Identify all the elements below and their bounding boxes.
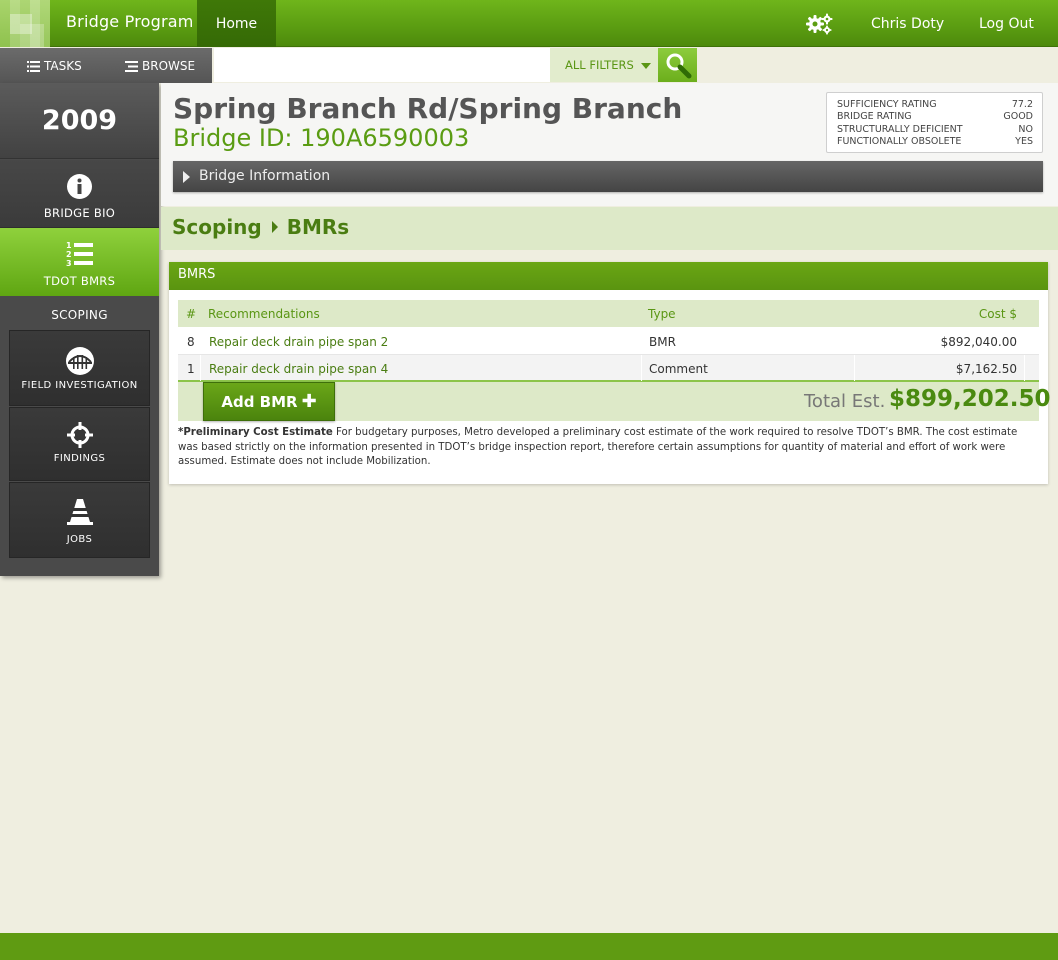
row-type: BMR (649, 335, 676, 349)
search-input[interactable] (214, 48, 550, 82)
sidebar-item-label: BRIDGE BIO (43, 206, 116, 220)
rating-value: NO (1018, 123, 1033, 135)
table-row[interactable]: 8 Repair deck drain pipe span 2 BMR $892… (178, 328, 1039, 355)
top-bar: Bridge Program Home Chris Doty Log Out (0, 0, 1058, 47)
numbered-list-icon: 123 (66, 241, 93, 267)
tasks-label: TASKS (44, 59, 82, 73)
svg-text:1: 1 (66, 241, 72, 250)
column-divider (641, 355, 642, 381)
bridge-information-toggle[interactable]: Bridge Information (173, 161, 1043, 192)
rating-label: FUNCTIONALLY OBSOLETE (837, 135, 962, 147)
col-cost: Cost $ (978, 307, 1017, 321)
row-num: 8 (187, 335, 195, 349)
rating-value: GOOD (1003, 111, 1033, 123)
ratings-card: SUFFICIENCY RATING 77.2 BRIDGE RATING GOOD… (826, 92, 1043, 153)
column-divider (200, 355, 201, 381)
info-icon (67, 174, 92, 199)
chevron-right-icon (271, 221, 278, 233)
row-cost: $892,040.00 (940, 335, 1017, 349)
page-title: Spring Branch Rd/Spring Branch (173, 92, 683, 125)
search-icon (666, 53, 692, 79)
logout-link[interactable]: Log Out (979, 16, 1034, 32)
view-toggle-bar: TASKS BROWSE (0, 48, 212, 83)
chevron-right-icon (183, 171, 190, 183)
table-row[interactable]: 1 Repair deck drain pipe span 4 Comment … (178, 355, 1039, 382)
crosshair-icon (67, 422, 93, 448)
sidebar-item-bridge-bio[interactable]: BRIDGE BIO (0, 160, 159, 228)
bmr-panel-title: BMRS (169, 262, 1048, 290)
gear-icon[interactable] (805, 12, 833, 36)
tile-label: FINDINGS (53, 453, 106, 464)
tile-label: FIELD INVESTIGATION (21, 380, 138, 391)
app-logo[interactable] (0, 0, 50, 47)
bridge-information-label: Bridge Information (199, 168, 331, 184)
sidebar-item-label: TDOT BMRS (43, 274, 116, 288)
scoping-section-header: SCOPING (51, 308, 108, 322)
sidebar: 2009 BRIDGE BIO 123 TDOT BMRS SCOPING FI… (0, 83, 159, 576)
sidebar-tile-field-investigation[interactable]: FIELD INVESTIGATION (9, 330, 150, 406)
svg-text:2: 2 (66, 250, 72, 259)
breadcrumb: Scoping BMRs (172, 215, 349, 239)
rating-value: 77.2 (1011, 99, 1033, 110)
footer-bar (0, 933, 1058, 960)
browse-icon (125, 61, 138, 72)
bridge-id: Bridge ID: 190A6590003 (173, 124, 470, 152)
total-estimate-label: Total Est. (804, 391, 886, 412)
rating-row: FUNCTIONALLY OBSOLETE YES (837, 136, 1033, 148)
app-title: Bridge Program (66, 12, 194, 31)
col-type: Type (648, 307, 676, 321)
all-filters-dropdown[interactable]: ALL FILTERS (550, 48, 658, 82)
svg-text:3: 3 (66, 259, 72, 267)
table-header: # Recommendations Type Cost $ (178, 300, 1039, 327)
rating-row: STRUCTURALLY DEFICIENT NO (837, 124, 1033, 136)
add-bmr-button[interactable]: Add BMR ✚ (203, 382, 335, 421)
plus-icon: ✚ (301, 391, 317, 412)
row-cost: $7,162.50 (955, 362, 1017, 376)
rating-row: BRIDGE RATING GOOD (837, 111, 1033, 123)
breadcrumb-scoping[interactable]: Scoping (172, 215, 262, 239)
row-recommendation-link[interactable]: Repair deck drain pipe span 2 (209, 328, 388, 356)
nav-home[interactable]: Home (197, 0, 276, 47)
sidebar-tile-findings[interactable]: FINDINGS (9, 407, 150, 481)
rating-label: BRIDGE RATING (837, 111, 912, 123)
column-divider (1024, 355, 1025, 381)
year-selector[interactable]: 2009 (0, 83, 159, 159)
search-button[interactable] (658, 48, 697, 82)
add-bmr-label: Add BMR (221, 393, 298, 411)
rating-label: STRUCTURALLY DEFICIENT (837, 123, 963, 135)
rating-row: SUFFICIENCY RATING 77.2 (837, 99, 1033, 111)
cone-icon (67, 499, 93, 525)
list-icon (27, 61, 40, 72)
row-type: Comment (649, 362, 708, 376)
column-divider (854, 355, 855, 381)
sidebar-item-tdot-bmrs[interactable]: 123 TDOT BMRS (0, 228, 159, 296)
breadcrumb-bmrs: BMRs (286, 215, 350, 239)
tasks-button[interactable]: TASKS (27, 48, 82, 83)
filters-label: ALL FILTERS (565, 58, 634, 72)
col-num: # (186, 307, 197, 321)
rating-value: YES (1015, 135, 1033, 147)
browse-button[interactable]: BROWSE (125, 48, 195, 83)
user-name-link[interactable]: Chris Doty (871, 16, 944, 32)
row-recommendation-link[interactable]: Repair deck drain pipe span 4 (209, 355, 388, 383)
cost-estimate-note: *Preliminary Cost Estimate For budgetary… (178, 426, 1040, 470)
chevron-down-icon (640, 62, 651, 69)
col-recommendations: Recommendations (208, 307, 320, 321)
sidebar-tile-jobs[interactable]: JOBS (9, 482, 150, 558)
note-title: *Preliminary Cost Estimate (178, 427, 333, 438)
tile-label: JOBS (66, 534, 93, 545)
total-estimate-value: $899,202.50 (889, 386, 1051, 412)
bridge-icon (66, 347, 94, 375)
browse-label: BROWSE (142, 59, 196, 73)
rating-label: SUFFICIENCY RATING (837, 99, 937, 110)
row-num: 1 (187, 362, 195, 376)
